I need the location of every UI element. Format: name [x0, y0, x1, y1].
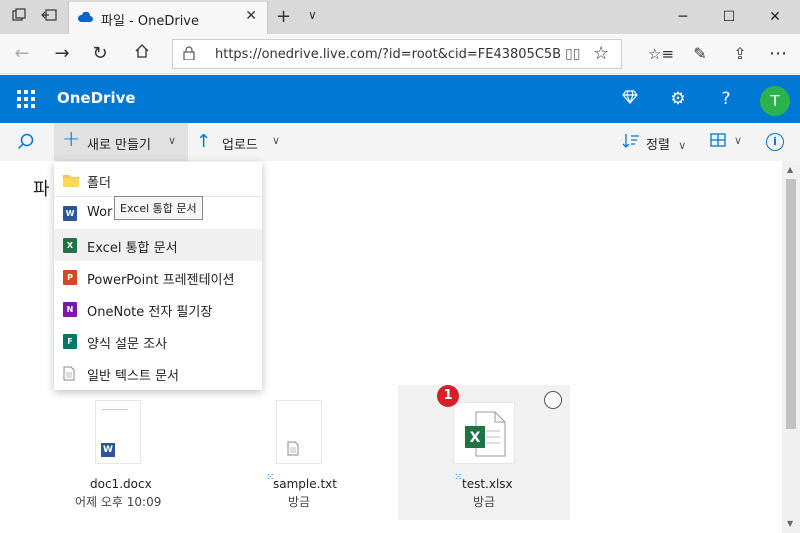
back-icon[interactable]: ←: [10, 42, 34, 66]
sort-button[interactable]: 정렬 ∨: [622, 132, 686, 153]
chevron-down-icon: ∨: [734, 134, 743, 147]
file-name[interactable]: test.xlsx: [462, 477, 513, 491]
forward-icon[interactable]: →: [50, 42, 74, 66]
app-title[interactable]: OneDrive: [57, 89, 136, 107]
upload-button-label: 업로드: [222, 138, 258, 153]
folder-icon: [63, 175, 79, 187]
menu-item-text[interactable]: 일반 텍스트 문서: [54, 357, 262, 389]
settings-gear-icon[interactable]: ⚙: [666, 87, 690, 111]
upload-arrow-icon: ↑: [196, 131, 212, 152]
file-name[interactable]: sample.txt: [273, 477, 337, 491]
menu-item-label: PowerPoint 프레젠테이션: [87, 273, 235, 288]
file-thumbnail: W: [95, 400, 141, 464]
close-window-icon[interactable]: ✕: [752, 5, 798, 29]
file-modified: 방금: [288, 495, 311, 509]
page-title: 파: [33, 179, 50, 200]
tooltip: Excel 통합 문서: [114, 196, 203, 220]
svg-text:X: X: [470, 430, 481, 446]
menu-item-onenote[interactable]: N OneNote 전자 필기장: [54, 293, 262, 325]
favorites-hub-icon[interactable]: ☆≡: [648, 42, 674, 66]
menu-item-label: Wor: [87, 205, 113, 220]
file-modified: 어제 오후 10:09: [75, 495, 162, 509]
excel-icon: X: [63, 238, 77, 253]
set-tabs-aside-icon[interactable]: [40, 8, 58, 26]
file-thumbnail: [276, 400, 322, 464]
home-icon[interactable]: [130, 42, 154, 66]
step-number-badge: 1: [437, 385, 459, 407]
premium-diamond-icon[interactable]: [618, 87, 642, 111]
menu-item-label: 폴더: [87, 176, 111, 191]
onedrive-cloud-icon: [78, 12, 93, 22]
plus-icon: +: [62, 127, 81, 152]
menu-item-folder[interactable]: 폴더: [54, 164, 262, 196]
new-button-label: 새로 만들기: [87, 138, 151, 153]
file-name[interactable]: doc1.docx: [90, 477, 152, 491]
menu-item-powerpoint[interactable]: P PowerPoint 프레젠테이션: [54, 261, 262, 293]
chevron-down-icon: ∨: [168, 134, 177, 147]
sort-label: 정렬 ∨: [646, 138, 687, 153]
onenote-icon: N: [63, 302, 77, 317]
text-doc-icon: [63, 366, 75, 381]
tab-actions-icon[interactable]: [10, 8, 28, 26]
refresh-icon[interactable]: ↻: [88, 42, 112, 66]
word-icon: W: [101, 443, 115, 457]
tab-title: 파일 - OneDrive: [101, 14, 200, 29]
grid-view-icon: [710, 133, 726, 147]
menu-item-excel[interactable]: X Excel 통합 문서: [54, 229, 262, 261]
info-icon[interactable]: i: [766, 133, 784, 151]
address-bar[interactable]: https://onedrive.live.com/?id=root&cid=F…: [172, 39, 622, 69]
browser-nav-bar: ← → ↻ https://onedrive.live.com/?id=root…: [0, 34, 800, 74]
scroll-down-icon[interactable]: ▼: [787, 519, 793, 528]
file-thumbnail: X: [453, 402, 515, 464]
word-icon: W: [63, 206, 77, 221]
onedrive-header: OneDrive ⚙ ?: [0, 75, 800, 123]
help-icon[interactable]: ?: [714, 87, 738, 111]
new-tab-icon[interactable]: +: [276, 6, 291, 27]
new-button[interactable]: + 새로 만들기 ∨: [54, 123, 188, 161]
app-launcher-icon[interactable]: [17, 90, 35, 108]
tab-list-chevron-icon[interactable]: ∨: [308, 8, 317, 22]
lock-icon: [183, 46, 195, 60]
browser-tab-bar: 파일 - OneDrive ✕ + ∨ ─ ☐ ✕: [0, 0, 800, 34]
url-text: https://onedrive.live.com/?id=root&cid=F…: [215, 47, 561, 62]
view-options-button[interactable]: ∨: [710, 132, 742, 151]
scroll-up-icon[interactable]: ▲: [787, 165, 793, 174]
menu-item-label: 일반 텍스트 문서: [87, 369, 179, 384]
reading-view-icon[interactable]: ▯▯: [565, 46, 580, 62]
menu-item-forms[interactable]: F 양식 설문 조사: [54, 325, 262, 357]
maximize-icon[interactable]: ☐: [706, 5, 752, 29]
scrollbar-thumb[interactable]: [786, 179, 796, 429]
browser-tab-active[interactable]: 파일 - OneDrive ✕: [68, 2, 268, 34]
web-note-icon[interactable]: ✎: [688, 42, 712, 66]
menu-item-label: 양식 설문 조사: [87, 337, 168, 352]
favorite-star-icon[interactable]: ☆: [593, 43, 609, 64]
avatar[interactable]: T: [760, 86, 790, 116]
share-icon[interactable]: ⇪: [728, 42, 752, 66]
excel-file-icon: X: [465, 411, 506, 457]
text-file-icon: [287, 441, 299, 456]
search-icon[interactable]: [17, 133, 35, 151]
command-bar: + 새로 만들기 ∨ ↑ 업로드 ∨ 정렬 ∨ ∨ i: [0, 123, 800, 161]
file-modified: 방금: [473, 495, 496, 509]
chevron-down-icon: ∨: [272, 134, 281, 147]
minimize-icon[interactable]: ─: [660, 5, 706, 29]
close-tab-icon[interactable]: ✕: [245, 8, 257, 24]
more-options-icon[interactable]: ⋯: [766, 42, 790, 66]
powerpoint-icon: P: [63, 270, 77, 285]
sort-icon: [622, 134, 639, 148]
vertical-scrollbar[interactable]: ▲ ▼: [782, 161, 800, 533]
menu-item-label: OneNote 전자 필기장: [87, 305, 213, 320]
select-checkbox[interactable]: [544, 391, 562, 409]
menu-item-label: Excel 통합 문서: [87, 241, 178, 256]
forms-icon: F: [63, 334, 77, 349]
